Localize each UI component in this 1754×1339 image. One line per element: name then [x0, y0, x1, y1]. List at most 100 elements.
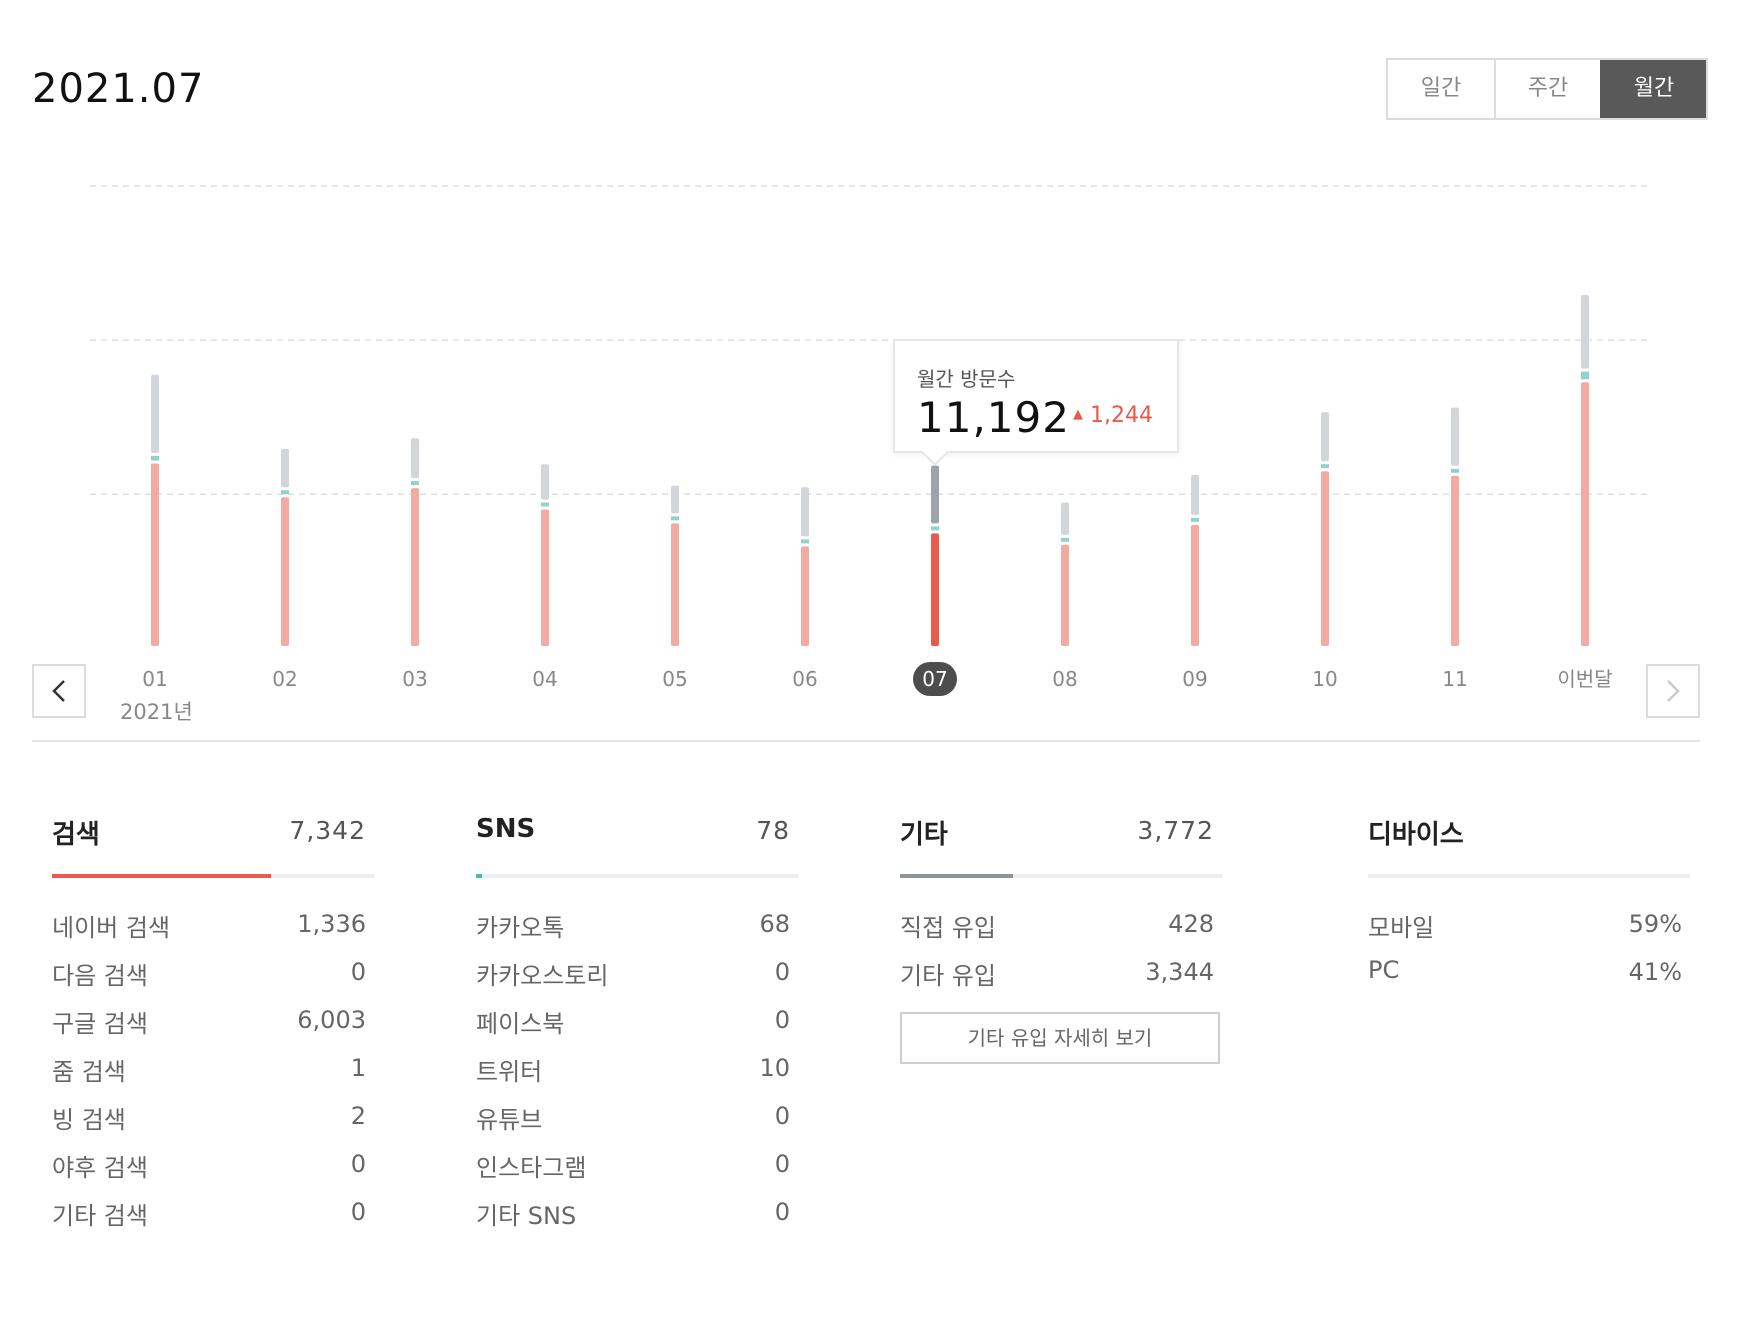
bar-other-09[interactable]	[1191, 475, 1199, 515]
bar-sns-09[interactable]	[1191, 517, 1199, 522]
x-tick-label[interactable]: 09	[1182, 667, 1207, 691]
bar-sns-04[interactable]	[541, 502, 549, 507]
device-title: 디바이스	[1368, 820, 1464, 850]
row-label: 빙 검색	[52, 1106, 126, 1134]
bar-search-10[interactable]	[1321, 471, 1329, 646]
x-tick-label[interactable]: 05	[662, 667, 687, 691]
x-tick-label[interactable]: 이번달	[1557, 667, 1612, 691]
list-item: 빙 검색 2	[52, 1096, 374, 1144]
row-value: 68	[759, 910, 790, 938]
row-value: 0	[774, 1150, 790, 1178]
bar-search-09[interactable]	[1191, 524, 1199, 646]
bar-search-03[interactable]	[411, 488, 419, 646]
bar-other-07[interactable]	[931, 465, 939, 524]
bar-sns-02[interactable]	[281, 490, 289, 495]
bar-search-이번달[interactable]	[1581, 382, 1589, 646]
x-tick-label[interactable]: 03	[402, 667, 427, 691]
row-label: 구글 검색	[52, 1010, 148, 1038]
row-label: 직접 유입	[900, 914, 996, 942]
bar-other-03[interactable]	[411, 438, 419, 479]
x-tick-label[interactable]: 11	[1442, 667, 1467, 691]
bar-search-05[interactable]	[671, 523, 679, 646]
bar-sns-01[interactable]	[151, 455, 159, 461]
list-item: 구글 검색 6,003	[52, 1000, 374, 1048]
bar-sns-11[interactable]	[1451, 468, 1459, 473]
tab-daily[interactable]: 일간	[1388, 60, 1494, 118]
list-item: 유튜브 0	[476, 1096, 798, 1144]
bar-search-06[interactable]	[801, 546, 809, 646]
row-value: 0	[350, 1198, 366, 1226]
row-value: 0	[350, 1150, 366, 1178]
bar-sns-08[interactable]	[1061, 537, 1069, 542]
tab-weekly[interactable]: 주간	[1494, 60, 1600, 118]
row-value: 0	[774, 1198, 790, 1226]
bar-sns-03[interactable]	[411, 481, 419, 486]
search-rows: 네이버 검색 1,336 다음 검색 0 구글 검색 6,003 줌 검색 1 빙 검색…	[52, 904, 374, 1240]
row-label: 유튜브	[476, 1106, 543, 1134]
bar-search-04[interactable]	[541, 509, 549, 646]
search-total: 7,342	[289, 816, 366, 845]
bar-sns-10[interactable]	[1321, 464, 1329, 469]
list-item: 카카오톡 68	[476, 904, 798, 952]
x-tick-label[interactable]: 04	[532, 667, 557, 691]
row-value: 6,003	[297, 1006, 366, 1034]
list-item: PC 41%	[1368, 952, 1690, 1000]
row-value: 59%	[1628, 910, 1682, 938]
row-label: 다음 검색	[52, 962, 148, 990]
list-item: 다음 검색 0	[52, 952, 374, 1000]
x-tick-label[interactable]: 10	[1312, 667, 1337, 691]
chevron-left-icon	[52, 680, 65, 702]
other-stats: 기타 3,772 직접 유입 428 기타 유입 3,344 기타 유입 자세히 보…	[900, 812, 1222, 1064]
triangle-up-icon: ▲	[1073, 407, 1083, 422]
bar-search-11[interactable]	[1451, 475, 1459, 646]
list-item: 기타 SNS 0	[476, 1192, 798, 1240]
bar-search-01[interactable]	[151, 463, 159, 646]
prev-period-button[interactable]	[32, 664, 86, 718]
other-title: 기타	[900, 820, 948, 850]
x-tick-label[interactable]: 08	[1052, 667, 1077, 691]
bar-sns-07[interactable]	[931, 526, 939, 531]
bar-other-05[interactable]	[671, 485, 679, 514]
bar-other-01[interactable]	[151, 374, 159, 453]
list-item: 줌 검색 1	[52, 1048, 374, 1096]
bar-other-10[interactable]	[1321, 412, 1329, 462]
bar-search-08[interactable]	[1061, 544, 1069, 646]
list-item: 기타 검색 0	[52, 1192, 374, 1240]
bar-other-06[interactable]	[801, 487, 809, 537]
other-details-button[interactable]: 기타 유입 자세히 보기	[900, 1012, 1220, 1064]
row-label: 기타 SNS	[476, 1202, 577, 1230]
sns-stats: SNS 78 카카오톡 68 카카오스토리 0 페이스북 0 트위터 10 유튜브 0 인…	[476, 812, 798, 1240]
row-label: 인스타그램	[476, 1154, 587, 1182]
x-tick-label[interactable]: 06	[792, 667, 817, 691]
sns-share-bar	[476, 874, 798, 878]
x-tick-label[interactable]: 01	[142, 667, 167, 691]
bar-other-11[interactable]	[1451, 407, 1459, 466]
device-stats: 디바이스 모바일 59% PC 41%	[1368, 812, 1690, 1000]
chevron-right-icon	[1667, 680, 1680, 702]
row-label: 기타 유입	[900, 962, 996, 990]
bar-sns-05[interactable]	[671, 516, 679, 521]
row-value: 41%	[1628, 958, 1682, 986]
bar-search-02[interactable]	[281, 497, 289, 646]
bar-other-02[interactable]	[281, 448, 289, 488]
monthly-visits-chart: 01 02 03 04 05 06 07 08 09 10 11 이번달	[90, 185, 1650, 696]
row-label: 줌 검색	[52, 1058, 126, 1086]
sns-title: SNS	[476, 814, 536, 844]
next-period-button[interactable]	[1646, 664, 1700, 718]
row-value: 0	[774, 958, 790, 986]
bar-sns-06[interactable]	[801, 539, 809, 544]
bar-other-04[interactable]	[541, 464, 549, 500]
bar-other-08[interactable]	[1061, 502, 1069, 535]
other-share-fill	[900, 874, 1013, 878]
bar-search-07[interactable]	[931, 533, 939, 646]
x-tick-label[interactable]: 07	[922, 667, 947, 691]
tab-monthly[interactable]: 월간	[1600, 60, 1706, 118]
search-title: 검색	[52, 820, 100, 850]
row-label: 모바일	[1368, 914, 1435, 942]
device-track	[1368, 874, 1690, 878]
bar-sns-이번달[interactable]	[1581, 371, 1589, 380]
row-label: 야후 검색	[52, 1154, 148, 1182]
x-tick-label[interactable]: 02	[272, 667, 297, 691]
bar-other-이번달[interactable]	[1581, 295, 1589, 369]
list-item: 네이버 검색 1,336	[52, 904, 374, 952]
